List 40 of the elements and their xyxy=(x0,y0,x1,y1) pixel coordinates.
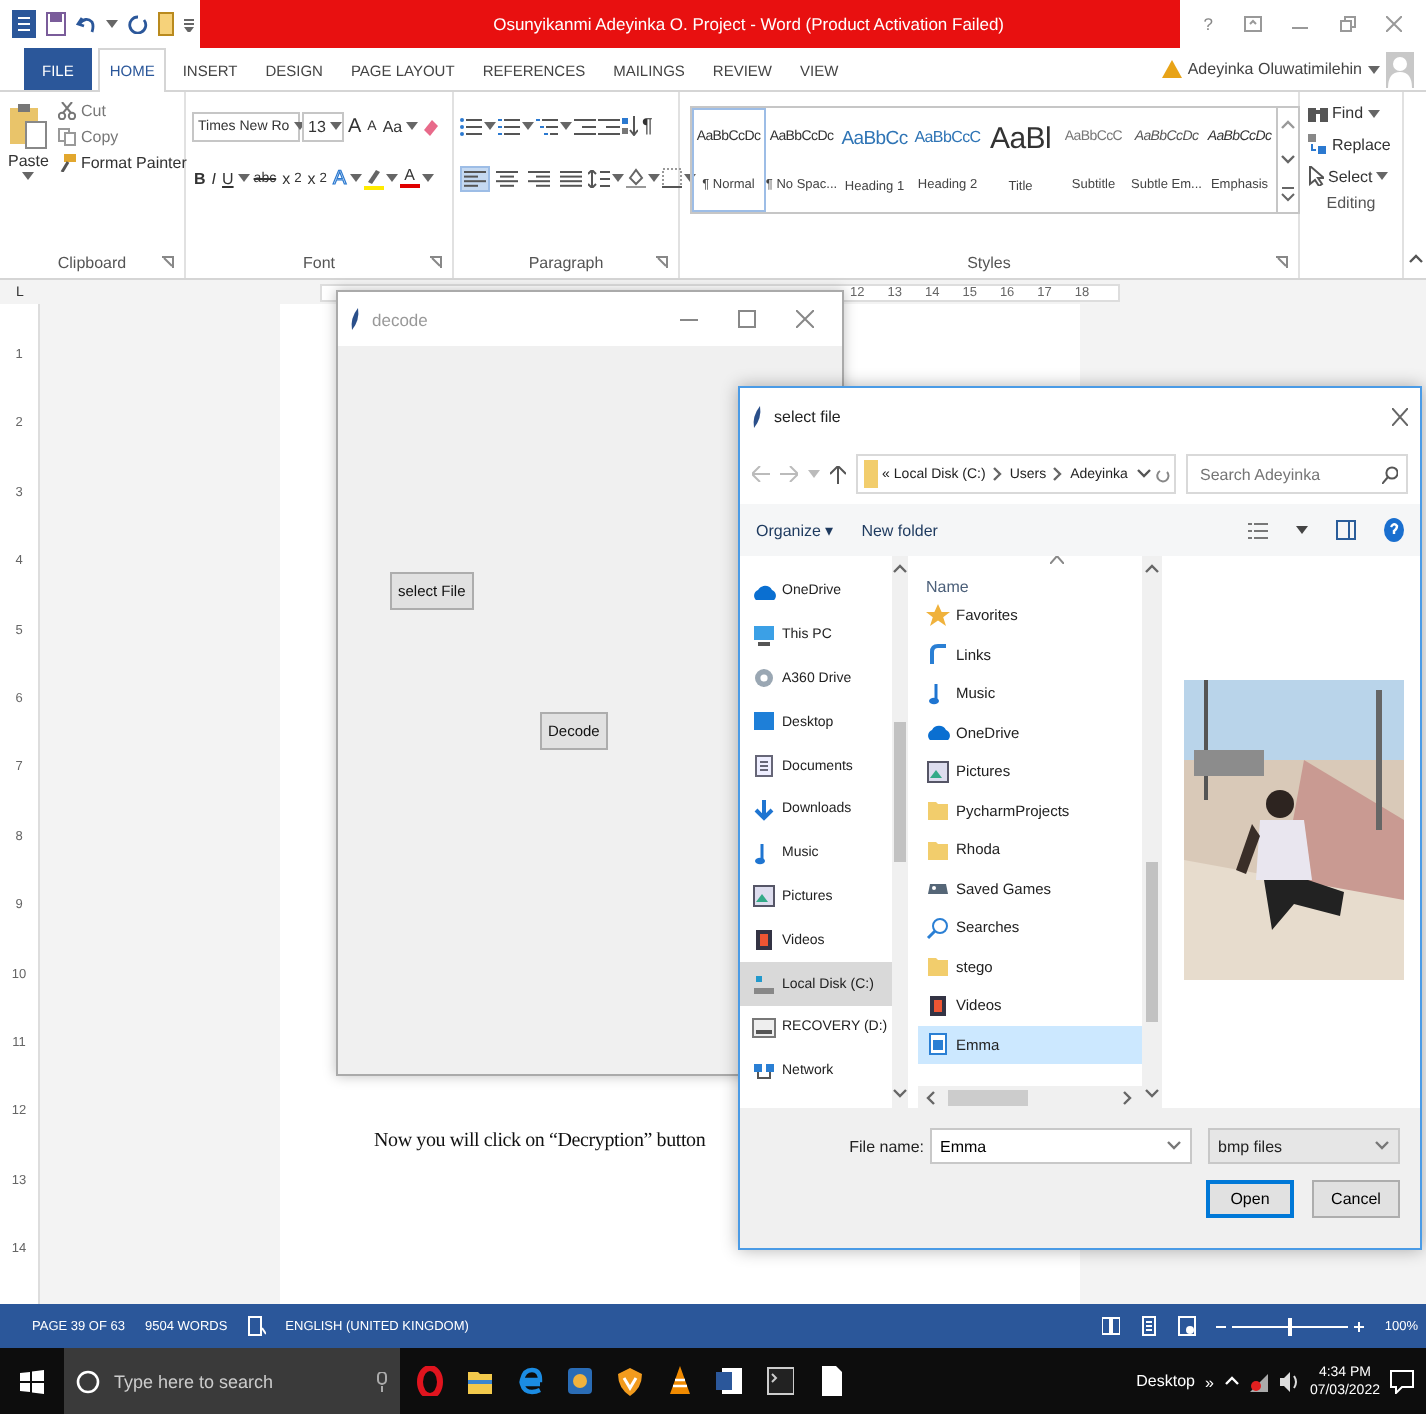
account-name[interactable]: Adeyinka Oluwatimilehin xyxy=(1187,60,1362,78)
search-input[interactable]: Type here to search xyxy=(110,1369,366,1393)
font-size-dropdown[interactable]: 13 xyxy=(302,111,344,141)
organize-button[interactable]: Organize ▾ xyxy=(756,521,834,539)
show-formatting-button[interactable]: ¶ xyxy=(640,115,655,137)
dialog-title: select file xyxy=(774,407,843,425)
cut-button[interactable]: Cut xyxy=(56,102,189,120)
column-header[interactable]: Name xyxy=(926,578,969,596)
find-button[interactable]: Find xyxy=(1306,104,1396,122)
bold-button[interactable]: B xyxy=(192,169,208,187)
paste-button[interactable]: Paste xyxy=(6,98,51,246)
file-name-input[interactable]: Emma xyxy=(940,1137,1154,1155)
format-painter-button[interactable]: Format Painter xyxy=(56,154,189,172)
group-label: Editing xyxy=(1326,193,1376,211)
open-button[interactable]: Open xyxy=(1206,1180,1294,1218)
window-title: Osunyikanmi Adeyinka O. Project - Word (Product Activation Failed) xyxy=(493,14,1004,34)
field-label: File name: xyxy=(849,1137,924,1155)
taskbar-search-field[interactable]: Type here to search xyxy=(64,1348,400,1414)
cancel-button[interactable]: Cancel xyxy=(1312,1180,1400,1218)
copy-button[interactable]: Copy xyxy=(56,128,189,146)
font-color-button[interactable]: A xyxy=(400,168,420,188)
group-label: Clipboard xyxy=(57,253,127,271)
desktop-toolbar[interactable]: Desktop xyxy=(1136,1372,1195,1390)
window-title: decode xyxy=(372,309,430,329)
grow-font-button[interactable]: A xyxy=(346,115,364,137)
group-label: Paragraph xyxy=(528,253,604,271)
file-name-field[interactable]: Emma xyxy=(930,1128,1192,1164)
group-label: Styles xyxy=(967,253,1011,271)
underline-button[interactable]: U xyxy=(220,169,236,187)
help-button[interactable]: ? xyxy=(1203,14,1213,34)
new-folder-button[interactable]: New folder xyxy=(861,521,938,539)
body-text: Now you will click on “Decryption” button xyxy=(374,1130,706,1152)
replace-button[interactable]: Replace xyxy=(1306,134,1396,154)
file-type-dropdown[interactable]: bmp files xyxy=(1208,1128,1400,1164)
search-field[interactable]: Search Adeyinka xyxy=(1186,454,1408,494)
toolbar-expand[interactable]: » xyxy=(1205,1373,1214,1391)
italic-button[interactable]: I xyxy=(209,169,219,187)
group-label: Font xyxy=(302,253,335,271)
change-case-button[interactable]: Aa xyxy=(380,117,421,135)
select-button[interactable]: Select xyxy=(1306,166,1396,186)
